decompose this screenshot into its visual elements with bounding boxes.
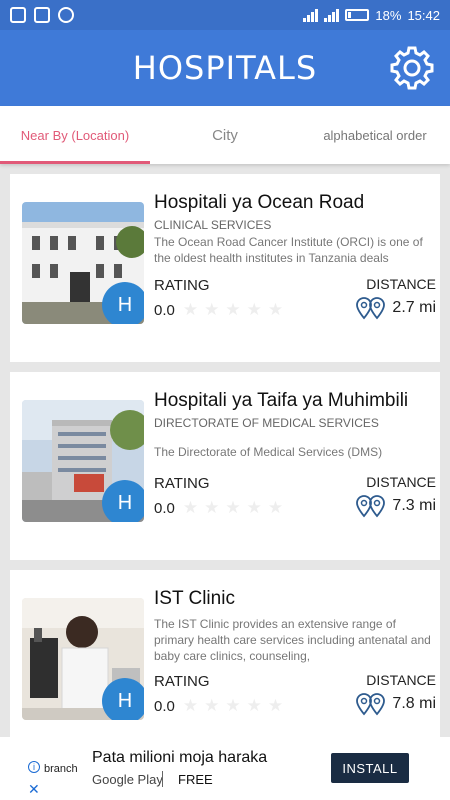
hospital-category: DIRECTORATE OF MEDICAL SERVICES xyxy=(154,416,379,430)
list-item[interactable]: H Hospitali ya Taifa ya Muhimbili DIRECT… xyxy=(10,372,440,560)
rating-block: RATING 0.0 ★ ★ ★ ★ ★ xyxy=(154,673,283,716)
star-icon: ★ xyxy=(204,498,220,517)
ad-title: Pata milioni moja haraka xyxy=(92,749,268,766)
hospital-photo: H xyxy=(22,400,144,522)
rating-value: 0.0 xyxy=(154,301,175,319)
distance-block: DISTANCE 7.3 mi xyxy=(356,474,436,518)
hospital-category: CLINICAL SERVICES xyxy=(154,218,272,232)
battery-icon xyxy=(345,9,370,21)
rating-label: RATING xyxy=(154,277,210,294)
star-icon: ★ xyxy=(225,696,241,715)
install-button[interactable]: INSTALL xyxy=(331,753,409,783)
rating-label: RATING xyxy=(154,475,210,492)
star-rating: ★ ★ ★ ★ ★ xyxy=(183,498,283,518)
hospital-badge: H xyxy=(102,480,144,522)
tab-bar: Near By (Location) City alphabetical ord… xyxy=(0,106,450,164)
map-pin-icon xyxy=(356,495,386,518)
page-title: HOSPITALS xyxy=(132,49,318,87)
battery-level: 18% xyxy=(375,7,402,23)
info-icon[interactable]: i xyxy=(28,761,40,773)
clock: 15:42 xyxy=(407,7,440,23)
hospital-name: Hospitali ya Taifa ya Muhimbili xyxy=(154,390,409,411)
notification-app-icon xyxy=(10,7,26,23)
distance-label: DISTANCE xyxy=(366,276,436,292)
close-icon[interactable]: ✕ xyxy=(28,781,40,798)
ad-brand: branch xyxy=(44,763,78,775)
hospital-name: IST Clinic xyxy=(154,588,235,609)
star-rating: ★ ★ ★ ★ ★ xyxy=(183,300,283,320)
rating-value: 0.0 xyxy=(154,499,175,517)
rating-value: 0.0 xyxy=(154,697,175,715)
ad-store: Google Play xyxy=(92,772,163,787)
star-icon: ★ xyxy=(182,696,199,715)
map-pin-icon xyxy=(356,297,386,320)
star-icon: ★ xyxy=(246,300,262,319)
star-icon: ★ xyxy=(182,300,199,319)
hospital-badge: H xyxy=(102,282,144,324)
gear-icon[interactable] xyxy=(388,44,436,92)
rating-block: RATING 0.0 ★ ★ ★ ★ ★ xyxy=(154,475,283,518)
rating-label: RATING xyxy=(154,673,210,690)
image-notification-icon xyxy=(34,7,50,23)
star-icon: ★ xyxy=(246,696,262,715)
star-icon: ★ xyxy=(267,300,284,319)
star-icon: ★ xyxy=(204,696,220,715)
distance-value: 7.3 mi xyxy=(392,497,436,514)
signal-icon xyxy=(303,8,319,22)
divider xyxy=(162,771,163,787)
hospital-description: The Ocean Road Cancer Institute (ORCI) i… xyxy=(154,235,423,265)
star-icon: ★ xyxy=(267,498,284,517)
map-pin-icon xyxy=(356,693,386,716)
hospital-name: Hospitali ya Ocean Road xyxy=(154,192,365,213)
tab-city[interactable]: City xyxy=(150,106,300,164)
distance-value: 7.8 mi xyxy=(392,695,436,712)
tab-near-by[interactable]: Near By (Location) xyxy=(0,106,150,164)
star-rating: ★ ★ ★ ★ ★ xyxy=(183,696,283,716)
tab-alphabetical[interactable]: alphabetical order xyxy=(300,106,450,164)
app-bar: HOSPITALS xyxy=(0,30,450,106)
star-icon: ★ xyxy=(204,300,220,319)
status-bar: 18% 15:42 xyxy=(0,0,450,30)
hospital-description: The Directorate of Medical Services (DMS… xyxy=(154,445,383,459)
distance-block: DISTANCE 2.7 mi xyxy=(356,276,436,320)
star-icon: ★ xyxy=(246,498,262,517)
hospital-badge: H xyxy=(102,678,144,720)
star-icon: ★ xyxy=(225,300,241,319)
hospital-photo: H xyxy=(22,598,144,720)
hospital-description: The IST Clinic provides an extensive ran… xyxy=(154,617,431,663)
status-system-icons: 18% 15:42 xyxy=(303,8,440,23)
distance-label: DISTANCE xyxy=(366,474,436,490)
signal-icon-2 xyxy=(324,8,340,22)
ad-banner[interactable]: i branch ✕ Pata milioni moja haraka Goog… xyxy=(0,737,450,800)
list-item[interactable]: H IST Clinic The IST Clinic provides an … xyxy=(10,570,440,758)
ad-price: FREE xyxy=(178,772,213,787)
rating-block: RATING 0.0 ★ ★ ★ ★ ★ xyxy=(154,277,283,320)
hospital-photo: H xyxy=(22,202,144,324)
distance-value: 2.7 mi xyxy=(392,299,436,316)
list-item[interactable]: H Hospitali ya Ocean Road CLINICAL SERVI… xyxy=(10,174,440,362)
status-notification-icons xyxy=(10,7,74,23)
distance-label: DISTANCE xyxy=(366,672,436,688)
hospital-list: H Hospitali ya Ocean Road CLINICAL SERVI… xyxy=(10,174,440,768)
star-icon: ★ xyxy=(225,498,241,517)
star-icon: ★ xyxy=(182,498,199,517)
whatsapp-icon xyxy=(58,7,74,23)
distance-block: DISTANCE 7.8 mi xyxy=(356,672,436,716)
star-icon: ★ xyxy=(267,696,284,715)
